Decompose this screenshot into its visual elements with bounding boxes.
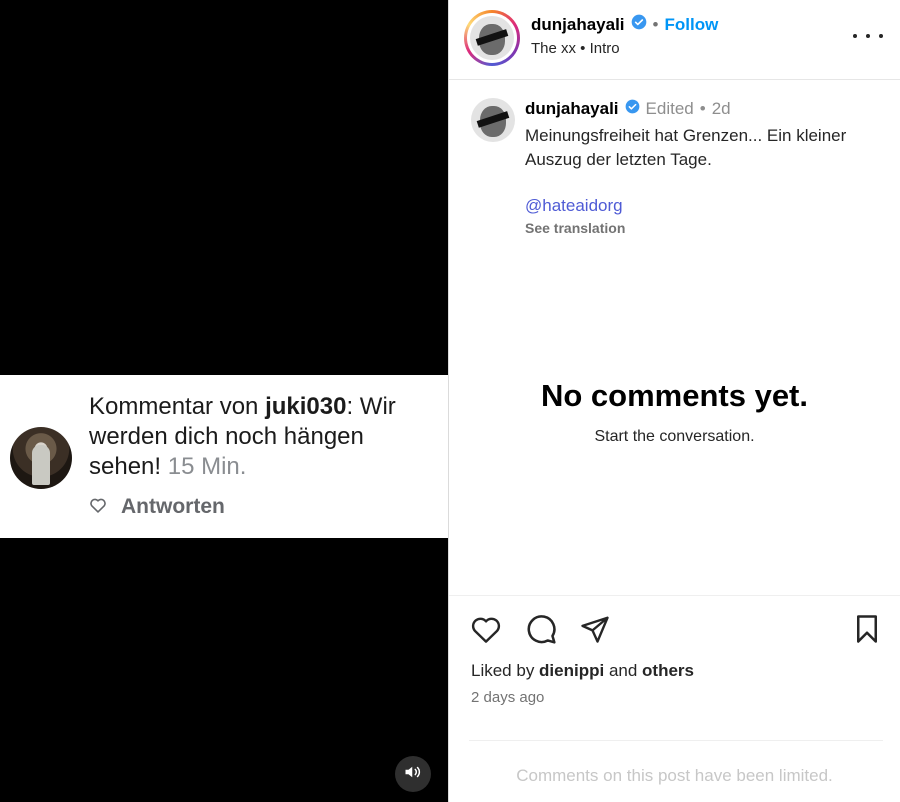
caption-mention-link[interactable]: @hateaidorg [525,196,623,216]
avatar [470,16,514,60]
caption-username[interactable]: dunjahayali [525,99,619,119]
save-button[interactable] [850,614,884,648]
more-options-icon[interactable] [853,24,883,48]
bookmark-icon [853,614,881,649]
empty-comments-subtitle: Start the conversation. [594,428,755,445]
overlay-comment-actions: Antworten [89,493,225,521]
verified-badge-icon [631,14,647,35]
comment-icon [525,613,557,650]
follow-button[interactable]: Follow [664,15,718,35]
post-header: dunjahayali • Follow The xx • Intro [449,0,900,80]
sound-toggle-button[interactable] [395,756,431,792]
post-sidebar: dunjahayali • Follow The xx • Intro dunj… [449,0,900,802]
liked-mid: and [604,661,643,680]
comments-limited-notice: Comments on this post have been limited. [516,766,833,785]
share-button[interactable] [578,614,612,648]
verified-badge-icon [625,99,640,119]
header-separator: • [652,14,659,34]
footer-divider [469,740,883,741]
liked-prefix: Liked by [471,661,540,680]
caption-separator: • [699,99,706,118]
speaker-icon [404,764,422,785]
caption-header: dunjahayali Edited • 2d [525,99,731,119]
overlay-reply-label: Antworten [121,495,225,518]
overlay-comment-time: 15 Min. [167,453,247,480]
edited-label: Edited [645,99,694,118]
caption-age: 2d [711,99,731,118]
overlay-comment-text: Kommentar von juki030: Wir werden dich n… [89,392,441,482]
header-username[interactable]: dunjahayali [531,15,625,35]
caption-avatar[interactable] [471,98,515,142]
commenter-avatar [10,427,72,489]
liked-user-link[interactable]: dienippi [539,661,604,680]
audio-link[interactable]: The xx • Intro [531,40,620,57]
empty-comments-title: No comments yet. [540,378,808,413]
actions-divider [449,595,900,596]
liked-others-link[interactable]: others [642,661,694,680]
like-button[interactable] [469,614,503,648]
avatar [471,98,515,142]
overlay-comment-prefix: Kommentar von [89,393,266,420]
see-translation-button[interactable]: See translation [525,220,625,236]
likes-summary: Liked by dienippi and others [471,661,694,681]
caption-text: Meinungsfreiheit hat Grenzen... Ein klei… [525,126,847,169]
heart-icon [470,614,502,649]
header-user-line: dunjahayali • Follow [531,14,718,35]
overlay-comment-username: juki030 [265,393,347,420]
story-ring-avatar[interactable] [464,10,520,66]
post-timestamp[interactable]: 2 days ago [471,689,544,706]
comment-button[interactable] [524,614,558,648]
heart-outline-icon [89,497,107,518]
send-icon [579,614,611,649]
